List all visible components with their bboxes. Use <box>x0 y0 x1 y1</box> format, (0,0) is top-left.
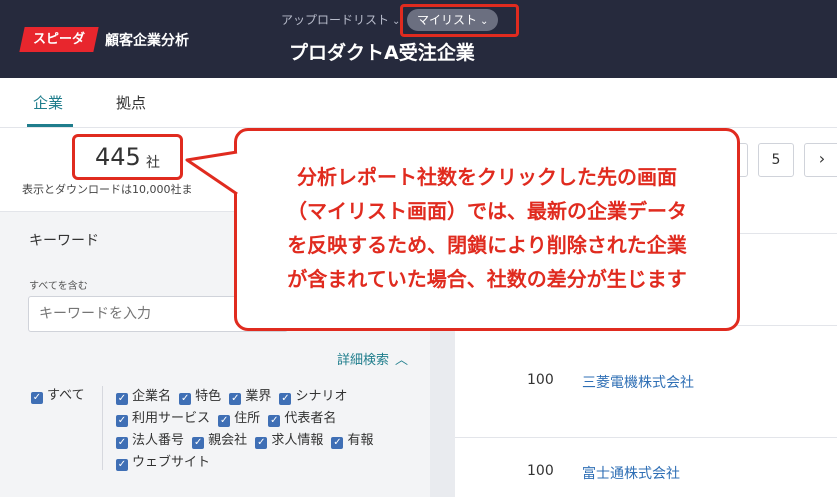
checkbox-checked-icon: ✓ <box>192 437 205 449</box>
checkbox-checked-icon: ✓ <box>179 393 192 405</box>
result-company-link[interactable]: 富士通株式会社 <box>582 463 680 483</box>
checkbox-option[interactable]: ✓ 求人情報 <box>255 433 324 449</box>
option-label: 企業名 <box>132 389 172 404</box>
checkbox-checked-icon: ✓ <box>279 393 292 405</box>
page-title: プロダクトA受注企業 <box>289 42 475 64</box>
option-row: ✓ 利用サービス ✓ 住所 ✓ 代表者名 <box>116 407 416 429</box>
include-all-label: すべてを含む <box>29 281 88 292</box>
option-label: 有報 <box>347 433 374 448</box>
option-label: 住所 <box>234 411 261 426</box>
tab-bar: 企業 拠点 <box>0 78 837 128</box>
checkbox-checked-icon: ✓ <box>255 437 268 449</box>
checkbox-checked-icon: ✓ <box>116 393 128 405</box>
checkbox-option[interactable]: ✓ 法人番号 <box>116 433 185 449</box>
checkbox-checked-icon: ✓ <box>116 437 128 449</box>
annotation-line: を反映するため、閉鎖により削除された企業 <box>287 233 687 257</box>
checkbox-all-label: すべて <box>47 388 85 403</box>
result-score: 100 <box>527 463 554 479</box>
option-label: 親会社 <box>208 433 248 448</box>
checkbox-checked-icon: ✓ <box>116 415 128 427</box>
checkbox-checked-icon: ✓ <box>268 415 281 427</box>
advanced-search-toggle[interactable]: 詳細検索 ︿ <box>337 349 408 368</box>
checkbox-option[interactable]: ✓ 有報 <box>331 433 374 449</box>
logo-text: スピーダ <box>32 32 85 47</box>
option-label: 求人情報 <box>271 433 324 448</box>
checkbox-checked-icon: ✓ <box>31 392 43 404</box>
download-note: 表示とダウンロードは10,000社ま <box>22 183 193 196</box>
upload-list-dropdown[interactable]: アップロードリスト ⌄ <box>281 11 400 28</box>
checkbox-checked-icon: ✓ <box>331 437 344 449</box>
upload-list-label: アップロードリスト <box>281 13 390 27</box>
option-label: 法人番号 <box>132 433 185 448</box>
option-label: ウェブサイト <box>132 455 211 470</box>
divider <box>102 386 103 470</box>
pagination-next-button[interactable]: › <box>804 143 837 177</box>
checkbox-option[interactable]: ✓ 業界 <box>229 389 272 405</box>
checkbox-checked-icon: ✓ <box>229 393 242 405</box>
checkbox-checked-icon: ✓ <box>218 415 231 427</box>
checkbox-option[interactable]: ✓ ウェブサイト <box>116 455 211 471</box>
checkbox-checked-icon: ✓ <box>116 459 128 471</box>
option-label: シナリオ <box>295 389 348 404</box>
checkbox-option[interactable]: ✓ 特色 <box>179 389 222 405</box>
result-company-link[interactable]: 三菱電機株式会社 <box>582 372 694 392</box>
checkbox-option[interactable]: ✓ 利用サービス <box>116 411 211 427</box>
row-divider <box>455 437 837 438</box>
checkbox-option[interactable]: ✓ 住所 <box>218 411 261 427</box>
app-title: 顧客企業分析 <box>105 33 189 49</box>
mylist-highlight-box <box>400 4 519 37</box>
checkbox-option[interactable]: ✓ シナリオ <box>279 389 348 405</box>
screen: スピーダ 顧客企業分析 アップロードリスト ⌄ マイリスト ⌄ プロダクトA受注企業… <box>0 0 837 497</box>
option-row: ✓ 企業名 ✓ 特色 ✓ 業界 ✓ シナリオ <box>116 385 416 407</box>
tab-company[interactable]: 企業 <box>33 92 63 113</box>
active-tab-indicator <box>27 124 73 127</box>
option-label: 業界 <box>245 389 272 404</box>
tab-base[interactable]: 拠点 <box>116 92 146 113</box>
checkbox-option[interactable]: ✓ 企業名 <box>116 389 172 405</box>
keyword-title: キーワード <box>29 233 99 249</box>
annotation-line: が含まれていた場合、社数の差分が生じます <box>287 267 687 291</box>
result-score: 100 <box>527 372 554 388</box>
checkbox-option[interactable]: ✓ 親会社 <box>192 433 248 449</box>
count-highlight-box <box>72 134 183 180</box>
pagination-page-5[interactable]: 5 <box>758 143 794 177</box>
advanced-search-label: 詳細検索 <box>337 353 390 368</box>
option-row: ✓ 法人番号 ✓ 親会社 ✓ 求人情報 ✓ 有報 <box>116 429 416 451</box>
option-row: ✓ ウェブサイト <box>116 451 416 473</box>
option-label: 利用サービス <box>132 411 211 426</box>
chevron-up-icon: ︿ <box>395 353 409 368</box>
option-label: 特色 <box>195 389 222 404</box>
annotation-line: （マイリスト画面）では、最新の企業データ <box>287 199 687 223</box>
annotation-text: 分析レポート社数をクリックした先の画面 （マイリスト画面）では、最新の企業データ… <box>238 160 736 296</box>
checkbox-all[interactable]: ✓ すべて <box>31 384 85 404</box>
speeda-logo[interactable]: スピーダ <box>19 27 99 52</box>
search-target-options: ✓ 企業名 ✓ 特色 ✓ 業界 ✓ シナリオ ✓ 利用サービス ✓ 住所 ✓ 代表者名 ✓ 法人… <box>116 385 416 473</box>
option-label: 代表者名 <box>284 411 337 426</box>
checkbox-option[interactable]: ✓ 代表者名 <box>268 411 337 427</box>
annotation-line: 分析レポート社数をクリックした先の画面 <box>297 165 677 189</box>
